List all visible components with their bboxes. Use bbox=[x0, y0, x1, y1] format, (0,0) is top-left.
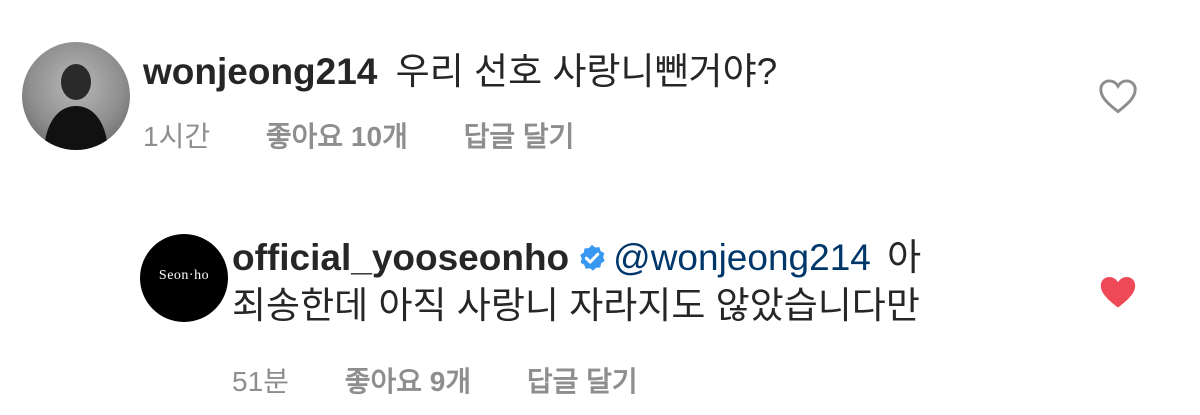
comment-meta: 51분 좋아요 9개 답글 달기 bbox=[232, 360, 686, 400]
username[interactable]: wonjeong214 bbox=[143, 51, 377, 92]
avatar[interactable] bbox=[22, 42, 130, 150]
person-icon bbox=[44, 64, 108, 150]
username[interactable]: official_yooseonho bbox=[232, 237, 569, 278]
likes-count[interactable]: 좋아요 10개 bbox=[266, 121, 408, 152]
comment-text-row: official_yooseonho @wonjeong214 아 bbox=[232, 236, 921, 280]
likes-count[interactable]: 좋아요 9개 bbox=[345, 366, 471, 397]
mention-link[interactable]: @wonjeong214 bbox=[613, 237, 871, 278]
comment-text: 우리 선호 사랑니뺀거야? bbox=[395, 51, 778, 92]
avatar[interactable]: Seon·ho bbox=[140, 234, 228, 322]
comment-text-line2: 죄송한데 아직 사랑니 자라지도 않았습니다만 bbox=[232, 285, 920, 326]
comment-text-line1: 아 bbox=[887, 237, 922, 278]
comment-text-row: wonjeong214 우리 선호 사랑니뺀거야? bbox=[143, 50, 777, 94]
comment-meta: 1시간 좋아요 10개 답글 달기 bbox=[143, 115, 622, 155]
timestamp: 1시간 bbox=[143, 121, 211, 152]
brand-logo-text: Seon·ho bbox=[158, 268, 210, 283]
verified-badge-icon bbox=[580, 244, 605, 271]
reply-button[interactable]: 답글 달기 bbox=[527, 366, 638, 397]
timestamp: 51분 bbox=[232, 366, 289, 397]
heart-filled-icon[interactable] bbox=[1098, 274, 1138, 310]
comment-text-line2-row: 죄송한데 아직 사랑니 자라지도 않았습니다만 bbox=[232, 284, 920, 328]
reply-button[interactable]: 답글 달기 bbox=[464, 121, 575, 152]
heart-icon[interactable] bbox=[1098, 78, 1138, 114]
